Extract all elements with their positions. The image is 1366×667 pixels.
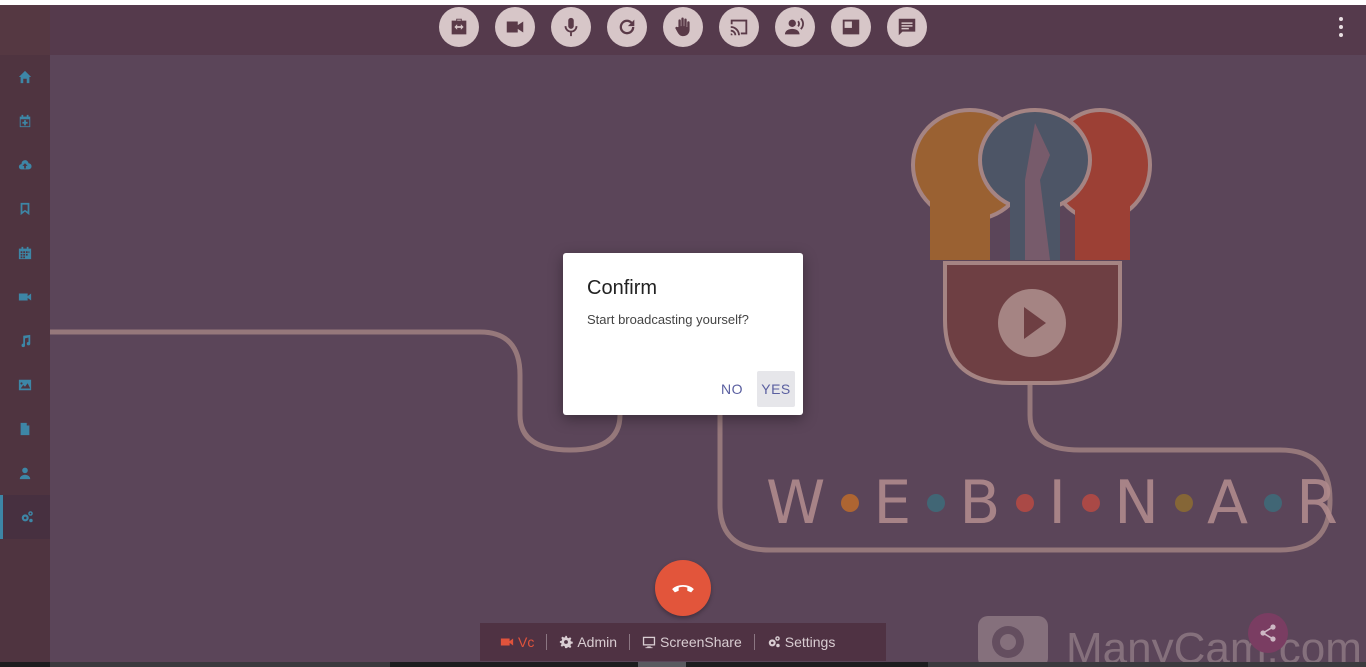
refresh-button[interactable]	[607, 7, 647, 47]
speaker-button[interactable]	[775, 7, 815, 47]
webinar-dot	[841, 494, 860, 512]
webinar-letter: I	[1048, 468, 1069, 538]
chat-icon	[898, 18, 916, 36]
webinar-letter: R	[1296, 468, 1340, 538]
layout-button[interactable]	[831, 7, 871, 47]
cogs-icon	[768, 636, 780, 648]
video-camera-icon	[500, 638, 514, 646]
webinar-letter: A	[1207, 468, 1251, 538]
bookmark-icon	[20, 202, 30, 216]
webinar-letter: E	[873, 468, 914, 538]
share-presentation-button[interactable]	[439, 7, 479, 47]
dialog-title: Confirm	[587, 277, 658, 299]
sidebar-item-home[interactable]	[0, 55, 50, 99]
yes-button[interactable]: YES	[757, 371, 795, 407]
webinar-logo-text: W E B I N A R	[766, 468, 1340, 538]
monitor-icon	[642, 636, 656, 649]
refresh-icon	[619, 19, 635, 35]
user-icon	[19, 467, 31, 480]
confirm-dialog: Confirm Start broadcasting yourself? NO …	[563, 253, 803, 415]
video-icon	[18, 293, 32, 301]
cast-button[interactable]	[719, 7, 759, 47]
dialog-message: Start broadcasting yourself?	[587, 312, 749, 327]
share-button[interactable]	[1248, 613, 1288, 653]
settings-tab[interactable]: Settings	[767, 623, 836, 661]
chat-button[interactable]	[887, 7, 927, 47]
camera-toggle-button[interactable]	[495, 7, 535, 47]
layout-icon	[842, 19, 860, 35]
strip-segment	[638, 662, 686, 667]
webinar-letter: N	[1114, 468, 1162, 538]
strip-segment	[50, 662, 390, 667]
raise-hand-button[interactable]	[663, 7, 703, 47]
no-button[interactable]: NO	[714, 371, 750, 407]
calendar-plus-icon	[19, 114, 31, 128]
divider	[629, 634, 631, 650]
cloud-upload-icon	[18, 160, 32, 170]
vc-label: Vc	[518, 634, 535, 650]
divider	[753, 634, 755, 650]
webinar-dot	[1175, 494, 1194, 512]
webinar-letter: B	[959, 468, 1003, 538]
music-icon	[21, 334, 31, 348]
strip-segment	[928, 662, 1366, 667]
webinar-dot	[1264, 494, 1283, 512]
sidebar-item-documents[interactable]	[0, 407, 50, 451]
divider	[546, 634, 548, 650]
more-options-button[interactable]	[1338, 17, 1344, 37]
settings-label: Settings	[784, 634, 836, 650]
webinar-dot	[1082, 494, 1101, 512]
more-vertical-icon	[1339, 17, 1343, 21]
image-icon	[18, 379, 32, 391]
window-bottom-strip	[0, 662, 1366, 667]
kebab-dot	[1339, 25, 1343, 29]
screenshare-tab[interactable]: ScreenShare	[642, 623, 742, 661]
sidebar-item-videos[interactable]	[0, 275, 50, 319]
vc-tab[interactable]: Vc	[500, 623, 534, 661]
sidebar	[0, 5, 50, 662]
sidebar-item-bookmarks[interactable]	[0, 187, 50, 231]
screenshare-label: ScreenShare	[660, 634, 742, 650]
share-icon	[1260, 624, 1276, 642]
sidebar-item-upload[interactable]	[0, 143, 50, 187]
webinar-letter: W	[766, 468, 828, 538]
sidebar-item-calendar[interactable]	[0, 231, 50, 275]
camera-icon	[506, 21, 524, 33]
webcam-icon	[978, 616, 1048, 662]
raise-hand-icon	[675, 17, 690, 37]
sidebar-item-schedule[interactable]	[0, 99, 50, 143]
cast-icon	[730, 19, 748, 36]
hang-up-icon	[672, 585, 694, 593]
kebab-dot	[1339, 33, 1343, 37]
presentation-icon	[451, 18, 467, 35]
sidebar-header	[0, 5, 50, 55]
sidebar-item-settings[interactable]	[0, 495, 50, 539]
webinar-dot	[927, 494, 946, 512]
settings-cogs-icon	[21, 511, 33, 523]
manycam-watermark: ManyCam.com	[970, 610, 1366, 662]
microphone-icon	[564, 17, 578, 37]
manycam-text: ManyCam.com	[1066, 624, 1362, 662]
webinar-dot	[1016, 494, 1035, 512]
end-call-button[interactable]	[655, 560, 711, 616]
sidebar-item-images[interactable]	[0, 363, 50, 407]
calendar-icon	[18, 246, 32, 260]
speaker-icon	[784, 17, 804, 35]
sidebar-item-users[interactable]	[0, 451, 50, 495]
file-icon	[20, 422, 30, 436]
gear-icon	[560, 635, 574, 649]
admin-label: Admin	[577, 634, 618, 650]
microphone-toggle-button[interactable]	[551, 7, 591, 47]
bottom-control-bar: Vc Admin ScreenShare Settings	[480, 623, 886, 661]
home-icon	[18, 70, 32, 84]
top-toolbar	[50, 5, 1366, 55]
admin-tab[interactable]: Admin	[559, 623, 617, 661]
sidebar-item-music[interactable]	[0, 319, 50, 363]
